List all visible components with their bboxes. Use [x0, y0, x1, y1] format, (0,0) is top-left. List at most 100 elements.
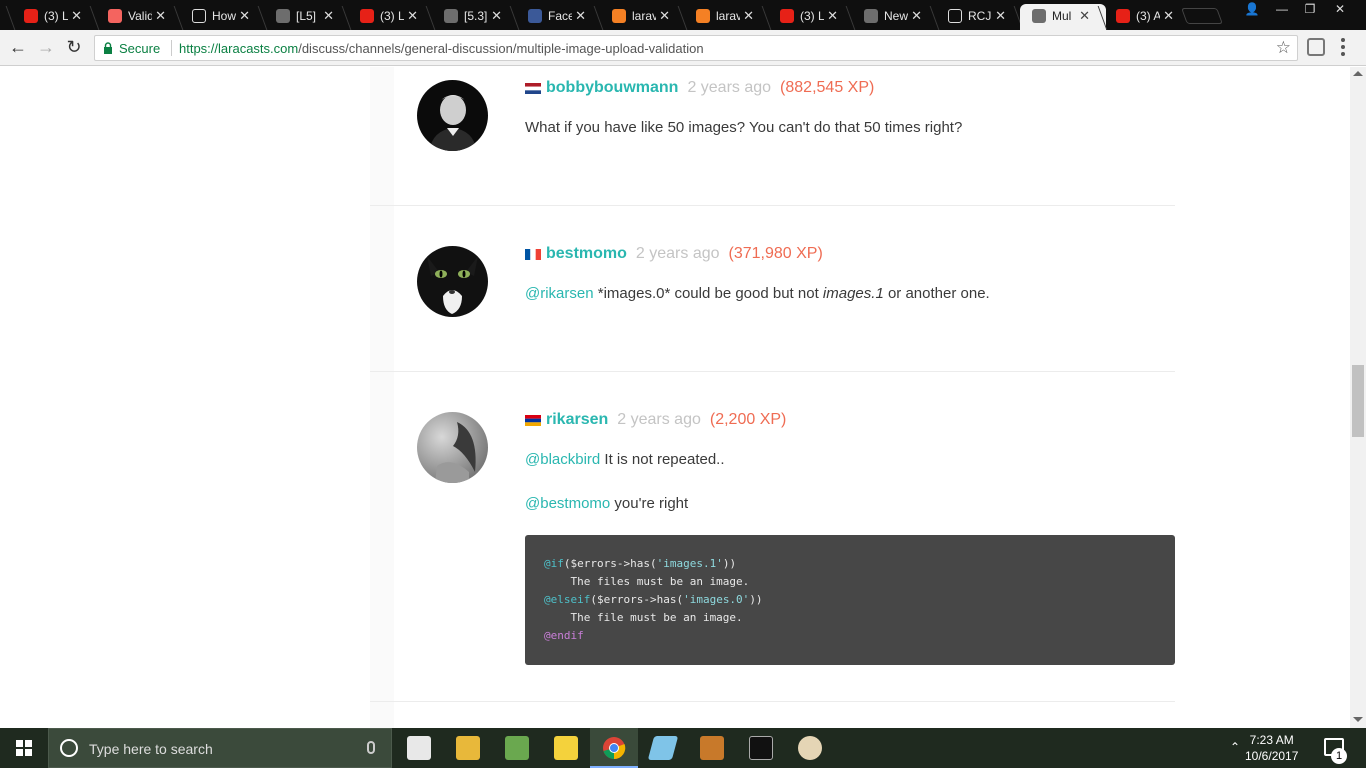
- body-emphasis: images.1: [822, 285, 884, 302]
- browser-tab[interactable]: (3) A ✕: [1102, 2, 1186, 30]
- facebook-icon: [528, 9, 542, 23]
- chrome-icon[interactable]: [602, 736, 626, 760]
- notification-badge: 1: [1331, 748, 1347, 764]
- app-icon[interactable]: [647, 736, 679, 760]
- code-line: The files must be an image.: [544, 575, 750, 588]
- restore-button[interactable]: ❐: [1296, 0, 1324, 20]
- reload-button[interactable]: ↻: [64, 38, 84, 56]
- france-flag-icon: [525, 248, 541, 260]
- scroll-thumb[interactable]: [1352, 365, 1364, 437]
- reply-item: bobbybouwmann 2 years ago (882,545 XP) W…: [370, 67, 1175, 206]
- microphone-icon[interactable]: [367, 741, 375, 754]
- new-tab-button[interactable]: [1181, 8, 1223, 24]
- close-window-button[interactable]: ✕: [1326, 0, 1354, 20]
- body-text: you're right: [610, 495, 689, 512]
- address-bar[interactable]: Secure https://laracasts.com/discuss/cha…: [94, 35, 1298, 61]
- browser-tab[interactable]: larav ✕: [682, 2, 766, 30]
- sticky-notes-icon[interactable]: [554, 736, 578, 760]
- reply-body-line: @blackbird It is not repeated..: [525, 451, 725, 468]
- browser-tab[interactable]: (3) L ✕: [346, 2, 430, 30]
- page-icon: [948, 9, 962, 23]
- username-link[interactable]: rikarsen: [546, 411, 608, 429]
- username-link[interactable]: bobbybouwmann: [546, 79, 678, 97]
- tab-close-icon[interactable]: ✕: [743, 8, 754, 24]
- browser-tab[interactable]: larav ✕: [598, 2, 682, 30]
- body-text: or another one.: [883, 285, 990, 302]
- clock-date: 10/6/2017: [1245, 749, 1299, 763]
- url-host: https://laracasts.com: [179, 41, 299, 56]
- stackoverflow-icon: [612, 9, 626, 23]
- minimize-button[interactable]: —: [1268, 0, 1296, 20]
- laracasts-icon: [276, 9, 290, 23]
- extension-icon[interactable]: [1307, 38, 1325, 56]
- sublime-text-icon[interactable]: [700, 736, 724, 760]
- back-button[interactable]: ←: [8, 38, 28, 56]
- start-button[interactable]: [0, 728, 48, 768]
- tab-close-icon[interactable]: ✕: [323, 8, 334, 24]
- page-scrollbar[interactable]: [1350, 67, 1366, 728]
- tab-close-icon[interactable]: ✕: [911, 8, 922, 24]
- avatar[interactable]: [417, 80, 488, 151]
- browser-tab[interactable]: How ✕: [178, 2, 262, 30]
- tab-close-icon[interactable]: ✕: [575, 8, 586, 24]
- browser-tab[interactable]: Face ✕: [514, 2, 598, 30]
- xp-badge: (371,980 XP): [728, 245, 823, 262]
- reply-item: bestmomo 2 years ago (371,980 XP) @rikar…: [370, 206, 1175, 372]
- menu-icon[interactable]: [1340, 38, 1346, 56]
- taskbar-search[interactable]: Type here to search: [48, 728, 392, 768]
- body-text: It is not repeated..: [600, 451, 725, 468]
- tab-close-icon[interactable]: ✕: [239, 8, 250, 24]
- browser-tab[interactable]: Valid ✕: [94, 2, 178, 30]
- taskbar: Type here to search ⌃ 7:23 AM 10/6/2017 …: [0, 728, 1366, 768]
- paint-icon[interactable]: [798, 736, 822, 760]
- reply-meta: bestmomo 2 years ago (371,980 XP): [525, 245, 823, 263]
- reply-body: What if you have like 50 images? You can…: [525, 119, 963, 136]
- mail-icon[interactable]: [407, 736, 431, 760]
- tab-title: New: [884, 9, 908, 23]
- netherlands-flag-icon: [525, 82, 541, 94]
- avatar[interactable]: [417, 412, 488, 483]
- tab-close-icon[interactable]: ✕: [827, 8, 838, 24]
- tab-title: Mul: [1052, 9, 1072, 23]
- file-explorer-icon[interactable]: [456, 736, 480, 760]
- tab-title: RCJ: [968, 9, 992, 23]
- secure-label: Secure: [119, 41, 161, 56]
- username-link[interactable]: bestmomo: [546, 245, 627, 263]
- tab-close-icon[interactable]: ✕: [71, 8, 82, 24]
- code-block[interactable]: @if($errors->has('images.1')) The files …: [525, 535, 1175, 665]
- scroll-up-arrow-icon[interactable]: [1353, 71, 1363, 76]
- code-line: The file must be an image.: [544, 611, 743, 624]
- browser-tab[interactable]: [5.3] ✕: [430, 2, 514, 30]
- bookmark-star-icon[interactable]: ☆: [1276, 38, 1291, 58]
- mention-link[interactable]: @blackbird: [525, 451, 600, 468]
- avatar[interactable]: [417, 246, 488, 317]
- spreadsheet-icon[interactable]: [505, 736, 529, 760]
- tab-close-icon[interactable]: ✕: [155, 8, 166, 24]
- tab-close-icon[interactable]: ✕: [995, 8, 1006, 24]
- tab-title: larav: [716, 9, 740, 23]
- tab-close-icon[interactable]: ✕: [1163, 8, 1174, 24]
- browser-tab[interactable]: (3) L ✕: [10, 2, 94, 30]
- tab-close-icon[interactable]: ✕: [1079, 8, 1090, 24]
- mention-link[interactable]: @bestmomo: [525, 495, 610, 512]
- youtube-icon: [24, 9, 38, 23]
- terminal-icon[interactable]: [749, 736, 773, 760]
- browser-tab[interactable]: New ✕: [850, 2, 934, 30]
- forward-button[interactable]: →: [36, 38, 56, 56]
- show-hidden-icons-icon[interactable]: ⌃: [1230, 740, 1240, 754]
- profile-icon[interactable]: 👤: [1238, 0, 1266, 20]
- scroll-down-arrow-icon[interactable]: [1353, 717, 1363, 722]
- page-icon: [192, 9, 206, 23]
- tab-close-icon[interactable]: ✕: [407, 8, 418, 24]
- browser-tab[interactable]: (3) L ✕: [766, 2, 850, 30]
- system-clock[interactable]: 7:23 AM 10/6/2017: [1245, 732, 1298, 764]
- tab-close-icon[interactable]: ✕: [659, 8, 670, 24]
- browser-tab[interactable]: Mul ✕: [1018, 2, 1106, 30]
- browser-tab[interactable]: RCJ ✕: [934, 2, 1018, 30]
- tab-close-icon[interactable]: ✕: [491, 8, 502, 24]
- code-line: @elseif($errors->has('images.0')): [544, 593, 763, 606]
- browser-tab[interactable]: [L5] ✕: [262, 2, 346, 30]
- url-text[interactable]: https://laracasts.com/discuss/channels/g…: [179, 41, 704, 56]
- timestamp: 2 years ago: [635, 245, 720, 262]
- mention-link[interactable]: @rikarsen: [525, 285, 594, 302]
